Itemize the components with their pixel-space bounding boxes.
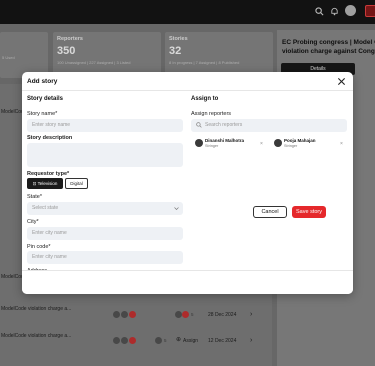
city-input[interactable]: Enter city name: [27, 227, 183, 240]
add-story-modal: Add story Story details Story name* Ente…: [22, 72, 353, 294]
cancel-button[interactable]: Cancel: [253, 206, 287, 218]
assign-to-heading: Assign to: [191, 96, 219, 102]
city-label: City*: [27, 219, 39, 225]
reporter-chip: Dinanshi Malhotra Stringer ×: [195, 138, 267, 150]
avatar: [274, 139, 282, 147]
remove-reporter-icon[interactable]: ×: [340, 141, 343, 147]
story-name-label: Story name*: [27, 111, 58, 117]
state-select[interactable]: Select state: [27, 202, 183, 215]
requestor-digital-option[interactable]: Digital: [65, 178, 88, 189]
pin-code-label: Pin code*: [27, 244, 51, 250]
tv-icon: ⊡: [32, 181, 37, 186]
requestor-television-option[interactable]: ⊡ Television: [27, 178, 63, 189]
requestor-type-label: Requestor type*: [27, 171, 70, 177]
modal-header: Add story: [22, 72, 353, 91]
story-details-heading: Story details: [27, 96, 64, 102]
story-description-textarea[interactable]: [27, 143, 183, 167]
search-icon: [196, 122, 202, 128]
close-icon[interactable]: [337, 77, 346, 86]
modal-title: Add story: [27, 78, 58, 85]
pin-code-input[interactable]: Enter city name: [27, 251, 183, 264]
modal-footer: [22, 270, 353, 294]
search-reporters-input[interactable]: Search reporters: [191, 119, 347, 132]
state-label: State*: [27, 194, 42, 200]
save-story-button[interactable]: Save story: [292, 206, 326, 218]
chevron-down-icon: [174, 207, 179, 210]
assign-reporters-label: Assign reporters: [191, 111, 232, 117]
reporter-chip: Pooja Mahajan Stringer ×: [274, 138, 346, 150]
avatar: [195, 139, 203, 147]
remove-reporter-icon[interactable]: ×: [260, 141, 263, 147]
story-description-label: Story description: [27, 135, 73, 141]
story-name-input[interactable]: Enter story name: [27, 119, 183, 132]
